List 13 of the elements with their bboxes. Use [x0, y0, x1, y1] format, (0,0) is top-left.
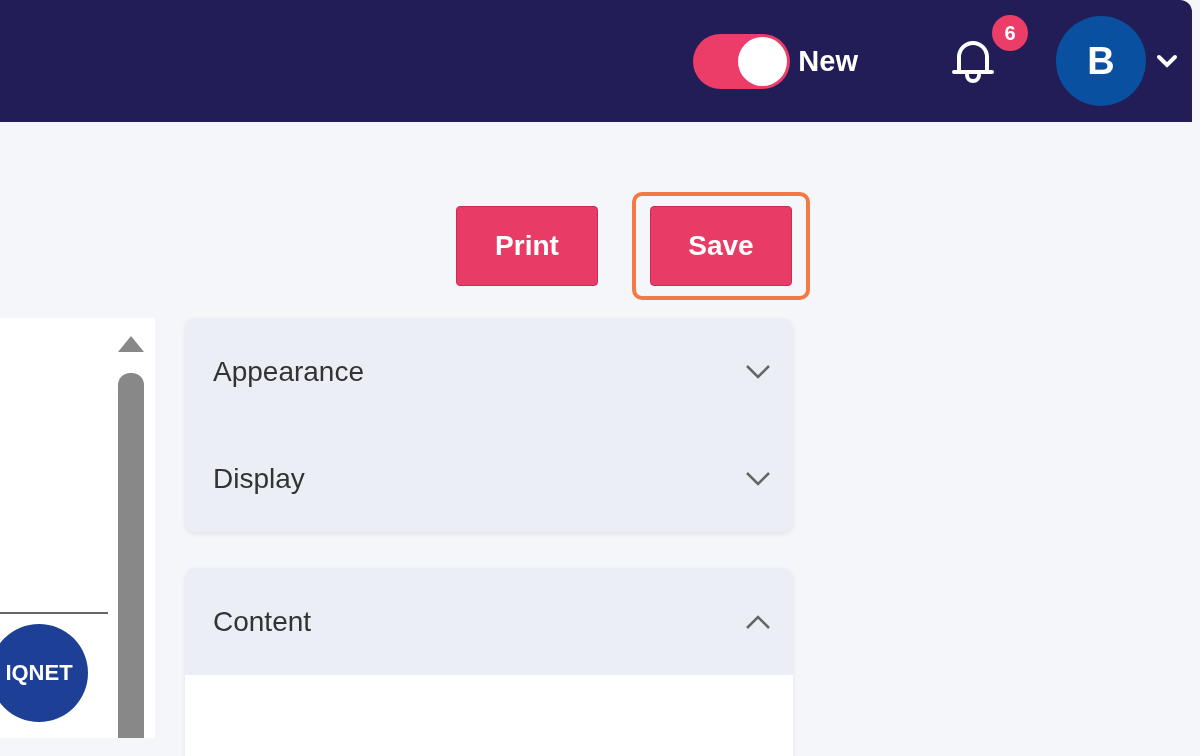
accordion-header[interactable]: Appearance [185, 318, 793, 425]
accordion-header[interactable]: Display [185, 425, 793, 532]
toggle-switch[interactable] [693, 33, 791, 89]
toggle-label: New [798, 44, 858, 78]
accordion-header[interactable]: Content [185, 568, 793, 675]
scroll-up-icon[interactable] [116, 334, 146, 354]
action-button[interactable]: Save [650, 206, 792, 286]
action-button[interactable]: Print [456, 206, 598, 286]
certification-logo: IQNET [0, 624, 88, 722]
user-avatar[interactable]: B [1056, 16, 1146, 106]
caret-icon[interactable] [1156, 54, 1178, 68]
notification-badge: 6 [992, 15, 1028, 51]
scrollbar-thumb[interactable] [118, 373, 144, 738]
